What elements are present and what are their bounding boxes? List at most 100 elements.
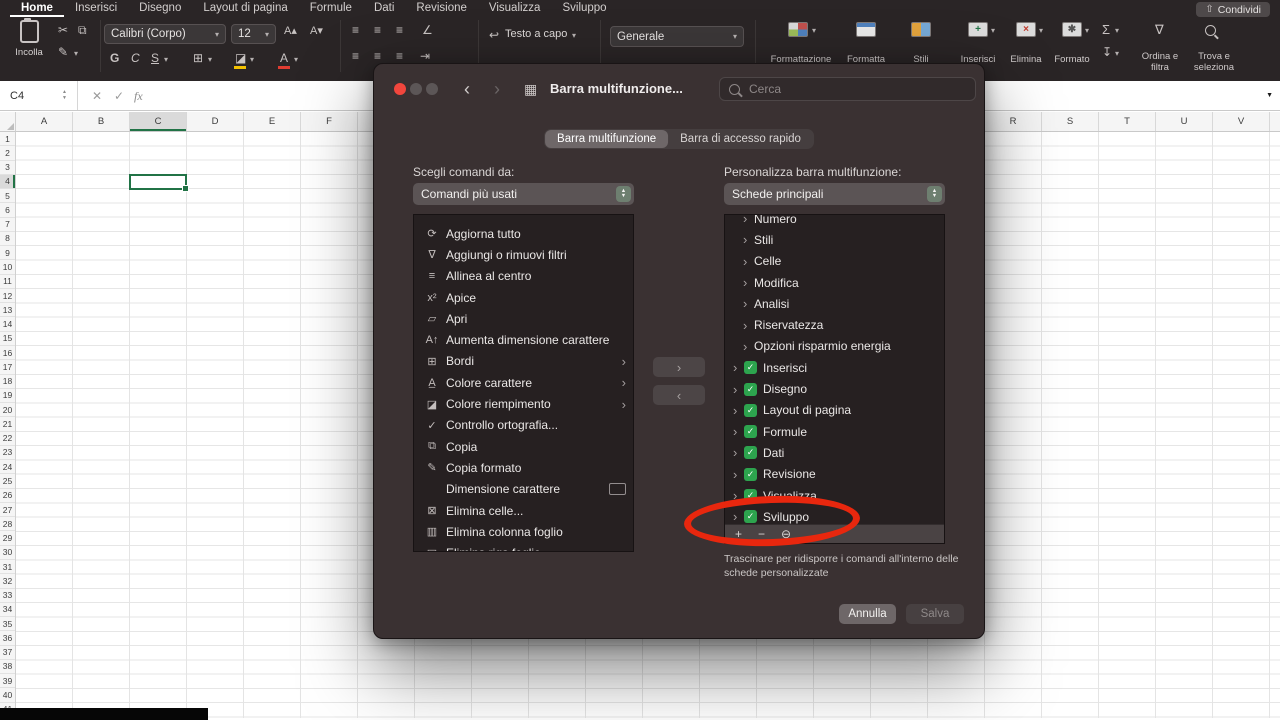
- wrap-text-button[interactable]: Testo a capo: [505, 29, 567, 40]
- align-left-button[interactable]: ≡: [352, 50, 359, 62]
- ribbon-tab[interactable]: Sviluppo: [551, 0, 617, 17]
- format-cells-button[interactable]: Formato: [1046, 55, 1098, 66]
- ribbon-tree-item[interactable]: › ✓ Inserisci: [725, 357, 944, 378]
- grow-font-button[interactable]: A▴: [284, 26, 297, 37]
- row-header[interactable]: 16: [0, 346, 15, 360]
- align-top-button[interactable]: ≡: [352, 24, 359, 36]
- italic-button[interactable]: C: [131, 52, 140, 64]
- cell-styles-icon[interactable]: [911, 22, 931, 37]
- row-header[interactable]: 18: [0, 375, 15, 389]
- tab-checkbox[interactable]: ✓: [744, 425, 757, 438]
- row-header[interactable]: 22: [0, 432, 15, 446]
- ribbon-tab[interactable]: Inserisci: [64, 0, 128, 17]
- formula-bar-collapse-icon[interactable]: ▼: [1266, 92, 1273, 99]
- close-button[interactable]: [394, 83, 406, 95]
- row-header[interactable]: 36: [0, 631, 15, 645]
- search-field[interactable]: [719, 77, 976, 101]
- command-item[interactable]: ≡ Allinea al centro ›: [414, 266, 633, 287]
- conditional-formatting-icon[interactable]: [788, 22, 808, 37]
- ribbon-tab[interactable]: Visualizza: [478, 0, 552, 17]
- row-header[interactable]: 24: [0, 460, 15, 474]
- delete-cells-icon[interactable]: ×: [1016, 22, 1036, 37]
- command-item[interactable]: ▤ Elimina riga foglio ›: [414, 542, 633, 552]
- find-select-icon[interactable]: [1205, 25, 1216, 36]
- row-header[interactable]: 12: [0, 289, 15, 303]
- row-header[interactable]: 29: [0, 531, 15, 545]
- share-button[interactable]: ⇧ Condividi: [1196, 2, 1270, 17]
- disclosure-chevron-icon[interactable]: ›: [733, 360, 744, 375]
- command-item[interactable]: ⊠ Elimina celle... ›: [414, 500, 633, 521]
- command-item[interactable]: ▱ Apri ›: [414, 308, 633, 329]
- find-select-button[interactable]: Trova e seleziona: [1186, 52, 1242, 74]
- row-header[interactable]: 9: [0, 246, 15, 260]
- command-item[interactable]: ⟳ Aggiorna tutto ›: [414, 223, 633, 244]
- row-header[interactable]: 3: [0, 161, 15, 175]
- row-header[interactable]: 37: [0, 646, 15, 660]
- row-header[interactable]: 8: [0, 232, 15, 246]
- align-bottom-button[interactable]: ≡: [396, 24, 403, 36]
- confirm-entry-button[interactable]: ✓: [114, 89, 124, 103]
- sort-filter-icon[interactable]: ∇: [1155, 23, 1164, 36]
- commands-source-dropdown[interactable]: Comandi più usati ▲▼: [413, 183, 634, 205]
- ribbon-tab[interactable]: Revisione: [405, 0, 478, 17]
- row-header[interactable]: 15: [0, 332, 15, 346]
- ribbon-tree-item[interactable]: › ✓ Dati: [725, 442, 944, 463]
- ribbon-tab[interactable]: Formule: [299, 0, 363, 17]
- command-item[interactable]: ✎ Copia formato ›: [414, 457, 633, 478]
- ribbon-tree-item[interactable]: › ✓ Formule: [725, 421, 944, 442]
- column-header[interactable]: S: [1042, 112, 1099, 131]
- ribbon-tree-item[interactable]: › ✓ Layout di pagina: [725, 400, 944, 421]
- forward-button[interactable]: ›: [494, 80, 500, 98]
- align-right-button[interactable]: ≡: [396, 50, 403, 62]
- command-item[interactable]: ⊞ Bordi ›: [414, 351, 633, 372]
- row-header[interactable]: 30: [0, 546, 15, 560]
- ribbon-tree-item[interactable]: › ✓ Analisi: [725, 293, 944, 314]
- row-header[interactable]: 25: [0, 474, 15, 488]
- tab-checkbox[interactable]: ✓: [744, 404, 757, 417]
- row-header[interactable]: 14: [0, 317, 15, 331]
- row-header[interactable]: 35: [0, 617, 15, 631]
- disclosure-chevron-icon[interactable]: ›: [733, 445, 744, 460]
- insert-cells-icon[interactable]: +: [968, 22, 988, 37]
- paste-button[interactable]: Incolla: [6, 20, 52, 58]
- disclosure-chevron-icon[interactable]: ›: [733, 424, 744, 439]
- row-header[interactable]: 11: [0, 275, 15, 289]
- column-header[interactable]: D: [187, 112, 244, 131]
- tab-checkbox[interactable]: ✓: [744, 383, 757, 396]
- ribbon-tree-item[interactable]: › ✓ Riservatezza: [725, 314, 944, 335]
- insert-function-button[interactable]: fx: [134, 89, 143, 104]
- column-header[interactable]: A: [16, 112, 73, 131]
- ribbon-tree-item[interactable]: › ✓ Revisione: [725, 464, 944, 485]
- ribbon-tree-list[interactable]: + − ⊖ › ✓ Numero › ✓ Stili › ✓: [724, 214, 945, 544]
- cut-button[interactable]: ✂: [58, 24, 68, 36]
- row-header[interactable]: 31: [0, 560, 15, 574]
- column-header[interactable]: V: [1213, 112, 1270, 131]
- row-header[interactable]: 28: [0, 517, 15, 531]
- ribbon-scope-dropdown[interactable]: Schede principali ▲▼: [724, 183, 945, 205]
- column-header[interactable]: B: [73, 112, 130, 131]
- disclosure-chevron-icon[interactable]: ›: [743, 214, 754, 226]
- fill-color-button[interactable]: ◪: [235, 52, 246, 64]
- dialog-tab[interactable]: Barra multifunzione: [545, 130, 668, 148]
- command-item[interactable]: ∇ Aggiungi o rimuovi filtri ›: [414, 244, 633, 265]
- name-box-stepper[interactable]: ▲▼: [62, 89, 67, 101]
- format-painter-button[interactable]: ✎: [58, 46, 68, 58]
- indent-button[interactable]: ⇥: [420, 50, 430, 62]
- fill-down-button[interactable]: ↧: [1102, 46, 1112, 58]
- select-all-corner[interactable]: [0, 112, 16, 132]
- search-input[interactable]: [747, 81, 966, 97]
- minimize-button[interactable]: [410, 83, 422, 95]
- ribbon-tab[interactable]: Disegno: [128, 0, 192, 17]
- align-center-button[interactable]: ≡: [374, 50, 381, 62]
- command-item[interactable]: A̲ Colore carattere ›: [414, 372, 633, 393]
- row-header[interactable]: 17: [0, 360, 15, 374]
- sort-filter-button[interactable]: Ordina e filtra: [1136, 52, 1184, 74]
- row-header[interactable]: 39: [0, 674, 15, 688]
- column-header[interactable]: U: [1156, 112, 1213, 131]
- disclosure-chevron-icon[interactable]: ›: [743, 232, 754, 247]
- copy-button[interactable]: ⧉: [78, 24, 87, 36]
- row-header[interactable]: 2: [0, 146, 15, 160]
- ribbon-tree-item[interactable]: › ✓ Stili: [725, 229, 944, 250]
- cancel-entry-button[interactable]: ✕: [92, 89, 102, 103]
- row-header[interactable]: 1: [0, 132, 15, 146]
